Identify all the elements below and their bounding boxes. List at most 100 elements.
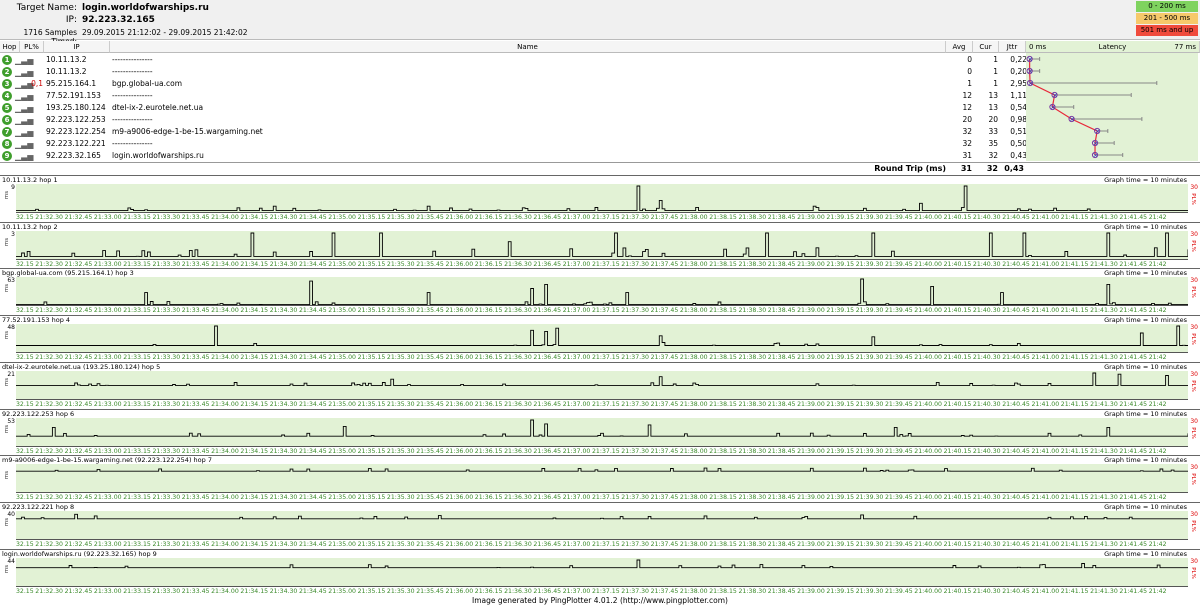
col-hop[interactable]: Hop bbox=[0, 41, 20, 53]
legend-yellow: 201 - 500 ms bbox=[1136, 13, 1198, 24]
time-tick-label: 21:33.15 bbox=[123, 260, 151, 268]
graph-ms-axis: ms bbox=[4, 564, 11, 573]
time-tick-label: 21:36.15 bbox=[474, 260, 503, 268]
hop-table: Hop PL% IP Name Avg Cur Jttr 0 ms Latenc… bbox=[0, 41, 1200, 175]
time-tick-label: 21:38.15 bbox=[709, 214, 737, 221]
time-tick-label: 21:34.00 bbox=[211, 214, 239, 221]
time-tick-label: 21:34.30 bbox=[269, 214, 298, 221]
time-tick-label: 21:41.00 bbox=[1031, 260, 1060, 268]
time-tick-label: 21:37.15 bbox=[592, 494, 620, 502]
time-tick-label: 21:41.45 bbox=[1119, 307, 1148, 315]
time-tick-label: 21:40.00 bbox=[914, 494, 942, 502]
time-tick-label: 21:41.30 bbox=[1090, 214, 1118, 221]
ip-value: 92.223.32.165 bbox=[82, 15, 155, 25]
time-tick-label: 21:36.45 bbox=[533, 400, 562, 408]
time-tick-label: 21:38.45 bbox=[767, 260, 796, 268]
graph-pl-max: 30 bbox=[1190, 324, 1198, 332]
col-cur[interactable]: Cur bbox=[973, 41, 999, 53]
time-tick-label: 21:41.30 bbox=[1090, 400, 1118, 408]
latency-x-marker: × bbox=[1028, 80, 1034, 88]
graph-pl-axis: PL% bbox=[1190, 333, 1197, 345]
time-tick-label: 21:39.45 bbox=[885, 494, 913, 502]
graph-time: Graph time = 10 minutes bbox=[1104, 269, 1187, 278]
time-tick-label: 21:41.00 bbox=[1031, 587, 1060, 595]
time-tick-label: 21:41.45 bbox=[1119, 354, 1148, 362]
time-tick-label: 21:36.00 bbox=[445, 494, 474, 502]
hop-ip: 10.11.13.2 bbox=[46, 55, 87, 64]
time-tick-label: 21:32.15 bbox=[16, 400, 34, 408]
time-tick-label: 21:39.15 bbox=[826, 400, 855, 408]
time-tick-label: 21:33.00 bbox=[93, 447, 122, 455]
time-tick-label: 21:38.15 bbox=[709, 260, 737, 268]
time-tick-label: 21:40.30 bbox=[972, 447, 1001, 455]
hop-number: 9 bbox=[2, 151, 12, 161]
graph-time: Graph time = 10 minutes bbox=[1104, 502, 1187, 511]
time-tick-label: 21:35.00 bbox=[328, 260, 356, 268]
time-tick-label: 21:33.15 bbox=[123, 400, 151, 408]
time-tick-label: 21:41.15 bbox=[1060, 354, 1089, 362]
time-tick-label: 21:36.45 bbox=[533, 354, 562, 362]
time-tick-label: 21:34.30 bbox=[269, 494, 298, 502]
time-tick-label: 21:36.45 bbox=[533, 447, 562, 455]
graph-ms-axis: ms bbox=[4, 424, 11, 433]
legend-red: 501 ms and up bbox=[1136, 25, 1198, 36]
hop-row[interactable]: 8 ▁▃▅ 92.223.122.221 --------------- 32 35 0,5… bbox=[0, 138, 1034, 150]
time-tick-label: 21:40.15 bbox=[943, 307, 972, 315]
hop-cur: 35 bbox=[988, 139, 998, 148]
hop-number: 4 bbox=[2, 91, 12, 101]
col-pl[interactable]: PL% bbox=[20, 41, 44, 53]
time-tick-label: 21:41.00 bbox=[1031, 400, 1060, 408]
hop-avg: 32 bbox=[962, 139, 972, 148]
time-tick-label: 21:33.45 bbox=[181, 214, 210, 221]
hop-row[interactable]: 9 ▁▃▅ 92.223.32.165 login.worldofwarships.r… bbox=[0, 150, 1034, 162]
col-latency[interactable]: 0 ms Latency 77 ms bbox=[1026, 41, 1200, 53]
graph-title: login.worldofwarships.ru (92.223.32.165)… bbox=[2, 549, 157, 558]
time-tick-label: 21:35.45 bbox=[416, 587, 444, 595]
hop-name: login.worldofwarships.ru bbox=[112, 151, 204, 160]
time-tick-label: 21:41.00 bbox=[1031, 354, 1060, 362]
col-name[interactable]: Name bbox=[110, 41, 946, 53]
graph-latency-line bbox=[16, 372, 1188, 386]
col-ip[interactable]: IP bbox=[44, 41, 110, 53]
hop-jitter: 0,98 bbox=[1010, 115, 1027, 124]
time-tick-label: 21:37.00 bbox=[562, 540, 591, 548]
hop-row[interactable]: 5 ▁▃▅ 193.25.180.124 dtel-ix-2.eurotele.net… bbox=[0, 102, 1034, 114]
col-avg[interactable]: Avg bbox=[946, 41, 973, 53]
time-tick-label: 21:39.15 bbox=[826, 587, 855, 595]
graph-plot-area bbox=[16, 510, 1188, 540]
time-tick-label: 21:36.15 bbox=[474, 214, 503, 221]
time-tick-label: 21:38.45 bbox=[767, 447, 796, 455]
time-tick-label: 21:36.45 bbox=[533, 260, 562, 268]
time-tick-label: 21:39.00 bbox=[797, 587, 825, 595]
time-tick-label: 21:32.45 bbox=[64, 587, 93, 595]
time-tick-label: 21:32.30 bbox=[35, 540, 63, 548]
time-tick-label: 21:40.15 bbox=[943, 494, 972, 502]
time-tick-label: 21:33.00 bbox=[93, 587, 122, 595]
graph-title: bgp.global-ua.com (95.215.164.1) hop 3 bbox=[2, 269, 134, 278]
time-tick-label: 21:34.30 bbox=[269, 260, 298, 268]
time-tick-label: 21:36.30 bbox=[504, 400, 532, 408]
time-tick-label: 21:38.00 bbox=[679, 494, 708, 502]
time-tick-label: 21:38.00 bbox=[679, 307, 708, 315]
hop-name: dtel-ix-2.eurotele.net.ua bbox=[112, 103, 204, 112]
graph-ymax: 3 bbox=[11, 230, 15, 238]
time-tick-label: 21:32.15 bbox=[16, 540, 34, 548]
time-tick-label: 21:34.15 bbox=[240, 354, 269, 362]
time-tick-label: 21:33.15 bbox=[123, 494, 151, 502]
hop-row[interactable]: 3 ▁▃▅ 0,1 95.215.164.1 bgp.global-ua.com 1 1 2,… bbox=[0, 78, 1034, 90]
hop-row[interactable]: 6 ▁▃▅ 92.223.122.253 --------------- 20 20 0,9… bbox=[0, 114, 1034, 126]
hop-graph: dtel-ix-2.eurotele.net.ua (193.25.180.12… bbox=[0, 361, 1200, 409]
hop-jitter: 1,11 bbox=[1010, 91, 1027, 100]
time-tick-label: 21:40.45 bbox=[1002, 400, 1030, 408]
hop-row[interactable]: 2 ▁▃▅ 10.11.13.2 --------------- 0 1 0,20 bbox=[0, 66, 1034, 78]
col-jitter[interactable]: Jttr bbox=[999, 41, 1026, 53]
hop-row[interactable]: 7 ▁▃▅ 92.223.122.254 m9-a9006-edge-1-be-15.… bbox=[0, 126, 1034, 138]
time-tick-label: 21:33.45 bbox=[181, 400, 210, 408]
hop-row[interactable]: 1 ▁▃▅ 10.11.13.2 --------------- 0 1 0,22 bbox=[0, 54, 1034, 66]
samples-value: 29.09.2015 21:12:02 - 29.09.2015 21:42:0… bbox=[82, 28, 248, 37]
hop-row[interactable]: 4 ▁▃▅ 77.52.191.153 --------------- 12 13 1,11 bbox=[0, 90, 1034, 102]
graph-pl-max: 30 bbox=[1190, 417, 1198, 425]
time-tick-label: 21:35.45 bbox=[416, 354, 444, 362]
time-tick-label: 21:38.15 bbox=[709, 540, 737, 548]
time-tick-label: 21:40.00 bbox=[914, 354, 942, 362]
